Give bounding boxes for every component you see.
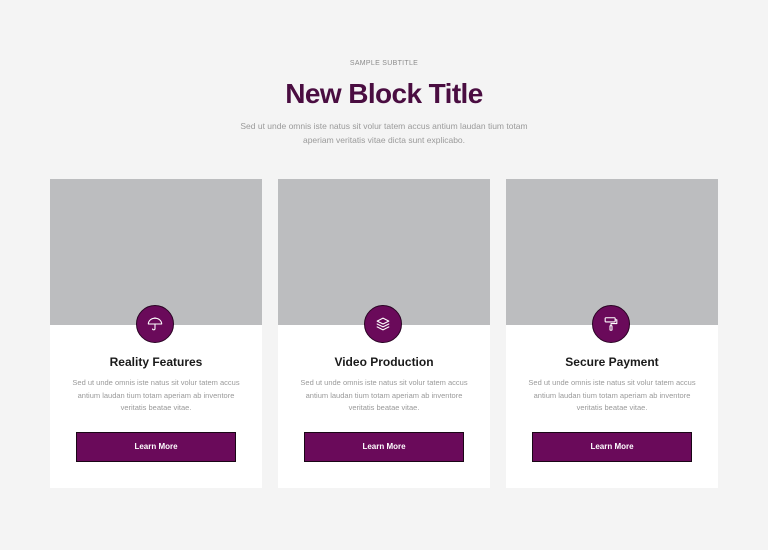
- card-text: Sed ut unde omnis iste natus sit volur t…: [72, 378, 240, 412]
- paint-roller-icon: [592, 305, 630, 343]
- section-subtitle: SAMPLE SUBTITLE: [349, 60, 419, 67]
- card-title: Reality Features: [109, 355, 203, 369]
- card-text: Sed ut unde omnis iste natus sit volur t…: [528, 378, 696, 412]
- card-title: Video Production: [334, 355, 434, 369]
- feature-card-secure-payment: Secure Payment Sed ut unde omnis iste na…: [506, 179, 718, 488]
- card-image-placeholder: [50, 179, 262, 325]
- feature-card-reality-features: Reality Features Sed ut unde omnis iste …: [50, 179, 262, 488]
- layers-icon: [364, 305, 402, 343]
- feature-card-video-production: Video Production Sed ut unde omnis iste …: [278, 179, 490, 488]
- learn-more-button[interactable]: Learn More: [76, 432, 236, 462]
- section-title: New Block Title: [285, 78, 483, 109]
- card-image-placeholder: [278, 179, 490, 325]
- section-description: Sed ut unde omnis iste natus sit volur t…: [240, 121, 528, 145]
- learn-more-button[interactable]: Learn More: [304, 432, 464, 462]
- card-title: Secure Payment: [565, 355, 659, 369]
- umbrella-icon: [136, 305, 174, 343]
- learn-more-button[interactable]: Learn More: [532, 432, 692, 462]
- card-image-placeholder: [506, 179, 718, 325]
- card-text: Sed ut unde omnis iste natus sit volur t…: [300, 378, 468, 412]
